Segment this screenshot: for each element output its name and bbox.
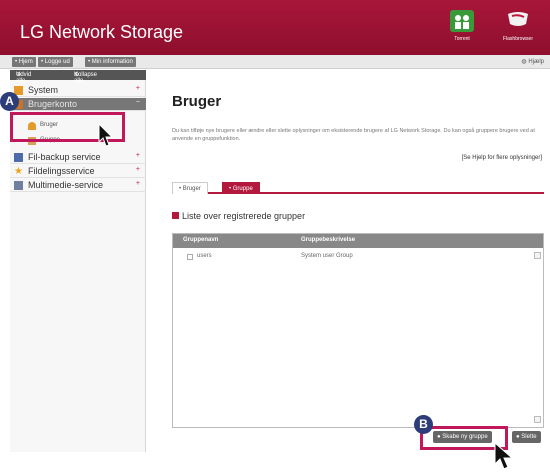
- scroll-up-button[interactable]: [534, 252, 541, 259]
- sidebar-item-label: Multimedie-service: [28, 180, 104, 190]
- tab-bar: • Bruger • Gruppe: [172, 180, 544, 194]
- sidebar-item-label: Fil-backup service: [28, 152, 101, 162]
- sidebar-expand-bar: Udvid alle ⊕ Kollapse alle ⊕: [10, 70, 146, 84]
- section-title: Liste over registrerede grupper: [172, 211, 305, 221]
- tab-group[interactable]: • Gruppe: [222, 182, 260, 194]
- scroll-down-button[interactable]: [534, 416, 541, 423]
- sidebar-item-multimedia[interactable]: Multimedie-service +: [10, 179, 146, 192]
- sidebar-item-file-sharing[interactable]: ★ Fildelingsservice +: [10, 165, 146, 178]
- tab-user[interactable]: • Bruger: [172, 182, 208, 194]
- column-header-group-name[interactable]: Gruppenavn: [183, 237, 218, 243]
- table-row[interactable]: users System user Group: [173, 252, 535, 264]
- cell-group-description: System user Group: [301, 253, 353, 259]
- marker-b: B: [414, 415, 433, 434]
- more-info-link[interactable]: [Se Hjelp for flere oplysninger]: [462, 155, 542, 161]
- app-title: LG Network Storage: [20, 22, 184, 42]
- torrent-label: Torrent: [454, 36, 470, 42]
- table-header: Gruppenavn Gruppebeskrivelse: [173, 234, 543, 248]
- flashbrowser-icon: [506, 10, 530, 32]
- delete-button[interactable]: ● Slette: [512, 431, 541, 443]
- group-table: Gruppenavn Gruppebeskrivelse users Syste…: [172, 233, 544, 428]
- sidebar-item-label: Brugerkonto: [28, 99, 78, 109]
- expand-all-button[interactable]: Udvid alle ⊕: [16, 71, 31, 84]
- sidebar-item-label: Fildelingsservice: [28, 166, 95, 176]
- collapse-icon: −: [135, 99, 140, 106]
- help-label: Hjælp: [528, 59, 544, 65]
- expand-icon: +: [135, 180, 140, 187]
- cell-group-name: users: [197, 253, 212, 259]
- section-title-text: Liste over registrerede grupper: [182, 211, 306, 221]
- flashbrowser-button[interactable]: Flashbrowser: [498, 10, 538, 50]
- logout-button[interactable]: • Logge ud: [38, 57, 73, 67]
- column-header-group-description[interactable]: Gruppebeskrivelse: [301, 237, 355, 243]
- my-information-button[interactable]: • Min information: [85, 57, 136, 67]
- mouse-cursor-icon: [98, 123, 114, 147]
- home-button[interactable]: • Hjem: [12, 57, 36, 67]
- page-title: Bruger: [172, 93, 222, 110]
- sidebar-item-file-backup[interactable]: Fil-backup service +: [10, 151, 146, 164]
- collapse-all-button[interactable]: Kollapse alle ⊕: [74, 71, 97, 84]
- flashbrowser-label: Flashbrowser: [502, 36, 533, 42]
- torrent-icon: [450, 10, 474, 32]
- help-link[interactable]: ◍ Hjælp: [521, 57, 544, 67]
- section-bullet-icon: [172, 212, 179, 219]
- app-header: LG Network Storage Torrent Flashbrowser: [0, 0, 550, 55]
- expand-icon: +: [135, 85, 140, 92]
- page-description: Du kan tilføje nye brugere eller ændre e…: [172, 128, 535, 142]
- torrent-button[interactable]: Torrent: [442, 10, 482, 50]
- multimedia-icon: [14, 181, 23, 190]
- expand-icon: +: [135, 166, 140, 173]
- marker-a: A: [0, 92, 19, 111]
- sidebar-item-user-account[interactable]: Brugerkonto −: [10, 98, 146, 111]
- top-toolbar: • Hjem • Logge ud • Min information ◍ Hj…: [0, 55, 550, 69]
- backup-icon: [14, 153, 23, 162]
- star-icon: ★: [14, 166, 23, 177]
- expand-icon: +: [135, 152, 140, 159]
- row-checkbox[interactable]: [187, 254, 193, 260]
- sidebar-item-system[interactable]: System +: [10, 84, 146, 97]
- mouse-cursor-icon-2: [494, 442, 514, 470]
- sidebar-item-label: System: [28, 85, 59, 95]
